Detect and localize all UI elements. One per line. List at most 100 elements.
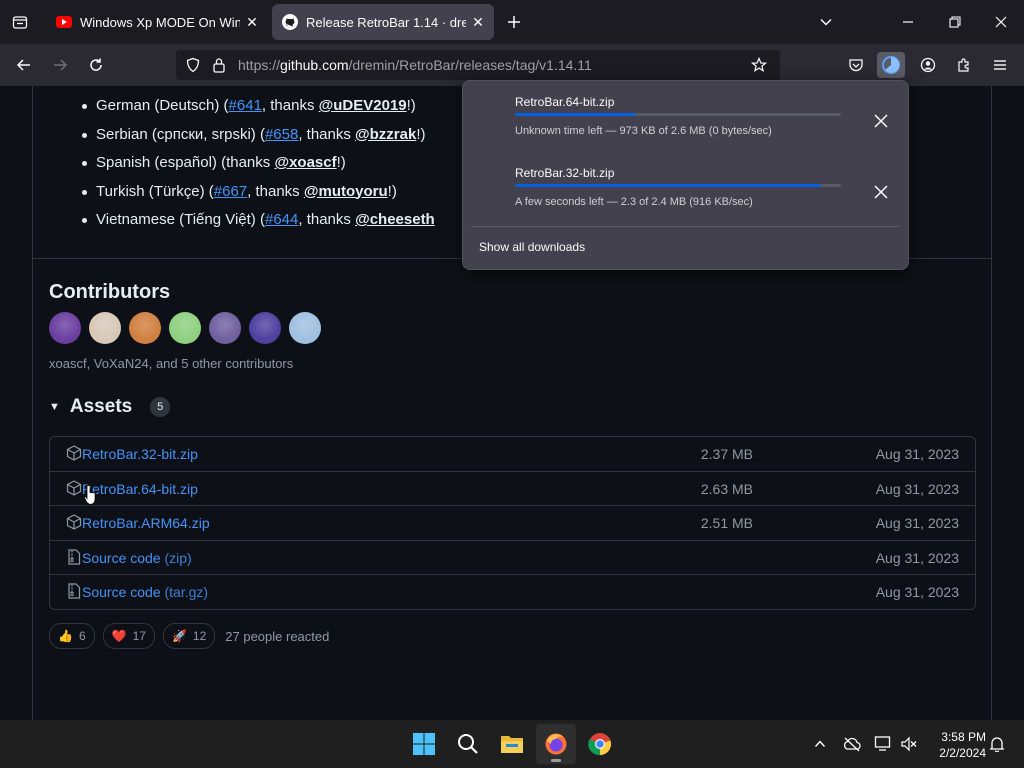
address-bar[interactable]: https://github.com/dremin/RetroBar/relea… xyxy=(176,50,780,80)
minimize-button[interactable] xyxy=(896,10,920,34)
translation-list: German (Deutsch) (#641, thanks @uDEV2019… xyxy=(82,92,435,235)
tab-overflow-button[interactable] xyxy=(814,10,838,34)
package-icon xyxy=(66,445,82,461)
github-icon xyxy=(282,14,298,30)
restore-button[interactable] xyxy=(943,10,967,34)
tab-youtube[interactable]: Windows Xp MODE On Window ✕ xyxy=(46,4,268,40)
firefox-icon xyxy=(545,733,567,755)
forward-button[interactable] xyxy=(46,52,74,78)
download-filename: RetroBar.64-bit.zip xyxy=(515,95,615,109)
download-status: A few seconds left — 2.3 of 2.4 MB (916 … xyxy=(515,196,753,208)
search-button[interactable] xyxy=(448,724,488,764)
pocket-icon xyxy=(849,59,863,72)
show-hidden-icons-button[interactable] xyxy=(808,732,832,756)
show-all-downloads-button[interactable]: Show all downloads xyxy=(479,240,585,254)
avatar[interactable] xyxy=(49,312,81,344)
user-mention-link[interactable]: @xoascf xyxy=(274,154,336,171)
network-offline-icon xyxy=(874,736,891,751)
reactions-bar: 👍 6 ❤️ 17 🚀 12 27 people reacted xyxy=(49,623,329,649)
download-item[interactable]: RetroBar.64-bit.zip Unknown time left — … xyxy=(463,85,908,155)
table-row: Source code (tar.gz) Aug 31, 2023 xyxy=(50,574,975,609)
reload-button[interactable] xyxy=(82,52,110,78)
assets-toggle[interactable]: ▼ Assets 5 xyxy=(49,396,171,418)
reaction-count: 17 xyxy=(132,629,146,643)
youtube-icon xyxy=(56,14,72,30)
close-window-button[interactable] xyxy=(989,10,1013,34)
tab-github-release[interactable]: Release RetroBar 1.14 · dremin/R ✕ xyxy=(272,4,494,40)
user-mention-link[interactable]: @cheeseth xyxy=(355,211,435,228)
pocket-button[interactable] xyxy=(842,52,870,78)
cancel-download-button[interactable] xyxy=(867,178,895,206)
reactions-summary: 27 people reacted xyxy=(225,628,330,644)
minimize-icon xyxy=(903,21,913,23)
close-icon xyxy=(995,16,1007,28)
volume-tray-button[interactable] xyxy=(897,732,921,756)
asset-date: Aug 31, 2023 xyxy=(875,584,959,600)
avatar[interactable] xyxy=(289,312,321,344)
user-mention-link[interactable]: @mutoyoru xyxy=(304,183,388,200)
close-icon xyxy=(874,185,888,199)
contributors-summary: xoascf, VoXaN24, and 5 other contributor… xyxy=(49,356,294,371)
assets-list: RetroBar.32-bit.zip 2.37 MB Aug 31, 2023 Re… xyxy=(49,436,976,610)
user-mention-link[interactable]: @bzzrak xyxy=(355,126,416,143)
downloads-button[interactable] xyxy=(877,52,905,78)
asset-link[interactable]: RetroBar.ARM64.zip xyxy=(82,515,210,531)
firefox-taskbar-button[interactable] xyxy=(536,724,576,764)
list-all-tabs-button[interactable] xyxy=(8,10,32,34)
close-tab-icon[interactable]: ✕ xyxy=(466,10,490,34)
notifications-button[interactable] xyxy=(985,732,1009,756)
asset-link[interactable]: RetroBar.64-bit.zip xyxy=(82,481,198,497)
reaction-emoji: ❤️ xyxy=(111,629,127,643)
table-row: RetroBar.64-bit.zip 2.63 MB Aug 31, 2023 xyxy=(50,470,975,506)
cancel-download-button[interactable] xyxy=(867,107,895,135)
user-mention-link[interactable]: @uDEV2019 xyxy=(319,97,407,114)
new-tab-button[interactable] xyxy=(502,10,526,34)
account-button[interactable] xyxy=(914,52,942,78)
avatar[interactable] xyxy=(129,312,161,344)
list-item: Spanish (español) (thanks @xoascf!) xyxy=(82,149,435,178)
account-icon xyxy=(920,57,936,73)
pr-link[interactable]: #667 xyxy=(214,183,247,200)
download-item[interactable]: RetroBar.32-bit.zip A few seconds left —… xyxy=(463,156,908,226)
avatar[interactable] xyxy=(169,312,201,344)
taskbar-clock[interactable]: 3:58 PM 2/2/2024 xyxy=(926,729,986,761)
asset-date: Aug 31, 2023 xyxy=(875,480,959,497)
chevron-down-icon xyxy=(820,18,832,26)
reaction-button[interactable]: 🚀 12 xyxy=(162,623,216,649)
pr-link[interactable]: #641 xyxy=(229,97,262,114)
tracking-protection-icon[interactable] xyxy=(182,54,204,76)
pr-link[interactable]: #644 xyxy=(265,211,298,228)
file-zip-icon xyxy=(66,548,82,565)
menu-button[interactable] xyxy=(986,52,1014,78)
speaker-muted-icon xyxy=(901,736,917,752)
file-zip-icon xyxy=(66,583,82,599)
asset-link[interactable]: Source code (zip) xyxy=(82,550,192,566)
close-tab-icon[interactable]: ✕ xyxy=(240,10,264,34)
reaction-button[interactable]: ❤️ 17 xyxy=(102,623,155,649)
tab-title: Windows Xp MODE On Window xyxy=(80,14,240,30)
asset-link[interactable]: RetroBar.32-bit.zip xyxy=(82,446,198,462)
downloads-panel: RetroBar.64-bit.zip Unknown time left — … xyxy=(462,80,909,270)
avatar[interactable] xyxy=(209,312,241,344)
file-explorer-button[interactable] xyxy=(492,724,532,764)
reaction-emoji: 🚀 xyxy=(171,629,187,643)
extensions-button[interactable] xyxy=(950,52,978,78)
pr-link[interactable]: #658 xyxy=(265,126,298,143)
asset-size: 2.51 MB xyxy=(700,515,753,531)
reaction-emoji: 👍 xyxy=(58,629,73,643)
bell-icon xyxy=(989,737,1005,752)
asset-link[interactable]: Source code (tar.gz) xyxy=(82,584,208,600)
back-button[interactable] xyxy=(10,52,38,78)
download-progress-icon xyxy=(882,56,900,74)
avatar[interactable] xyxy=(249,312,281,344)
start-button[interactable] xyxy=(404,724,444,764)
chrome-taskbar-button[interactable] xyxy=(580,724,620,764)
reaction-button[interactable]: 👍 6 xyxy=(49,623,95,649)
avatar[interactable] xyxy=(89,312,121,344)
network-tray-button[interactable] xyxy=(872,732,896,756)
search-icon xyxy=(458,734,478,754)
onedrive-tray-button[interactable] xyxy=(840,732,864,756)
lock-icon[interactable] xyxy=(208,54,230,76)
tab-strip: Windows Xp MODE On Window ✕ Release Retr… xyxy=(0,0,1024,44)
bookmark-star-icon[interactable] xyxy=(748,54,770,76)
